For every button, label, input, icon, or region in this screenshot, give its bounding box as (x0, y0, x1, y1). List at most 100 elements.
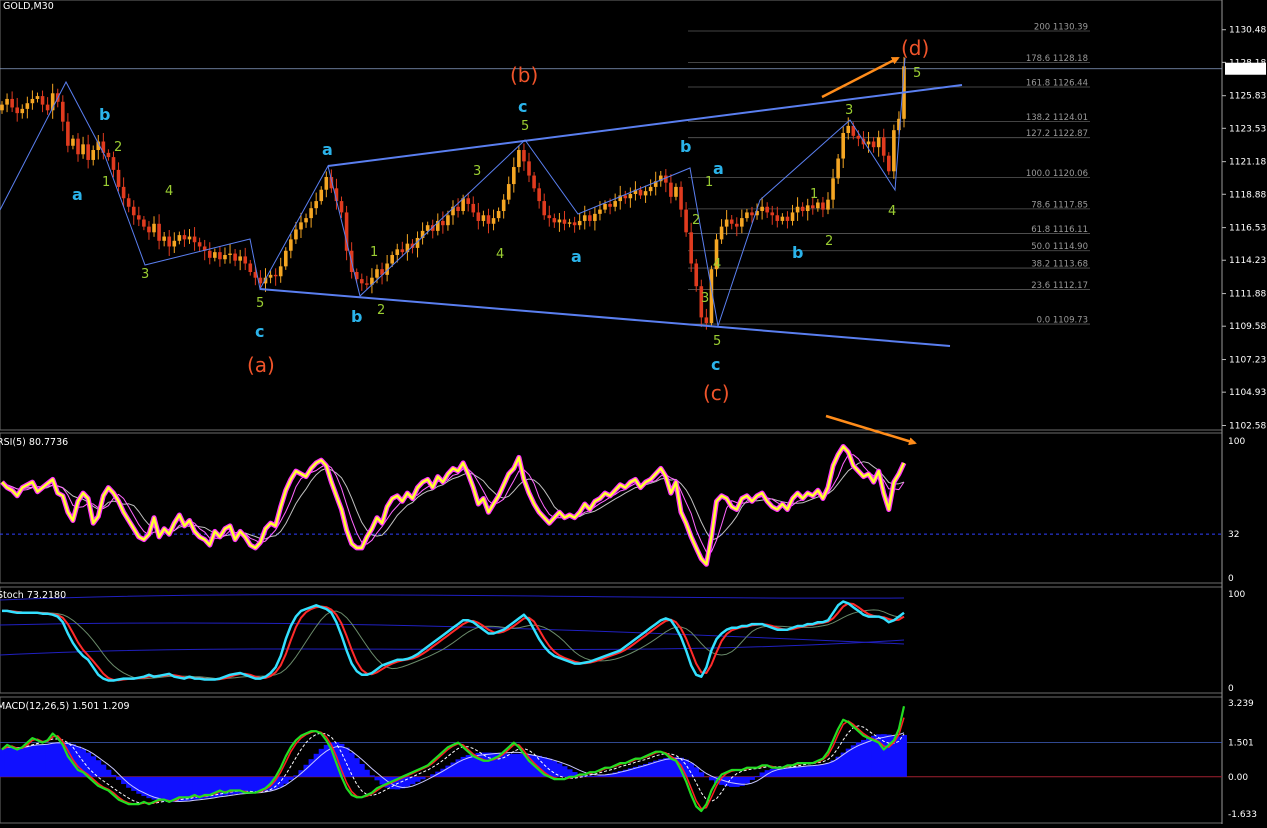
candle-body (446, 215, 450, 226)
candle-body (481, 215, 486, 221)
candle-body (25, 103, 30, 109)
macd-histogram-bar (116, 776, 122, 780)
candle-body (86, 144, 90, 160)
macd-histogram-bar (369, 775, 375, 777)
macd-histogram-bar (374, 776, 380, 781)
candle-body (866, 141, 871, 145)
macd-histogram-bar (29, 745, 36, 777)
macd-histogram-bar (815, 764, 821, 777)
candle-body (197, 242, 202, 247)
trading-chart-window[interactable]: 200 1130.39 178.6 1128.18 161.8 1126.44 138… (0, 0, 1267, 824)
candle-body (172, 240, 177, 247)
candle-body (734, 223, 739, 227)
price-tick-label: 1107.23 (1229, 356, 1266, 366)
candle-body (729, 219, 734, 224)
macd-histogram-bar (14, 747, 21, 777)
chart-canvas[interactable]: 200 1130.39178.6 1128.18161.8 1126.44138… (0, 0, 1267, 824)
lower-channel-line (259, 288, 951, 347)
candle-body (248, 263, 253, 273)
macd-histogram-bar (45, 744, 51, 777)
macd-histogram-bar (850, 745, 857, 777)
wave-number-label: 4 (888, 204, 896, 219)
wave-path (0, 57, 906, 327)
macd-histogram-bar (511, 753, 517, 777)
candle-body (116, 169, 121, 187)
panel-frames (0, 0, 1223, 824)
price-tick-label: 1130.48 (1229, 26, 1266, 36)
candle-body (841, 132, 845, 159)
panel-border (0, 0, 1223, 431)
price-tick-label: 1125.83 (1229, 92, 1266, 102)
candle-body (131, 206, 136, 216)
macd-histogram-bar (34, 744, 41, 777)
candle-body (121, 186, 126, 199)
candle-body (740, 218, 744, 227)
candle-body (147, 226, 151, 233)
price-tick-label: 1118.88 (1229, 190, 1266, 200)
candle-body (501, 199, 506, 212)
wave-number-label: 2 (692, 213, 700, 228)
macd-histogram-bar (795, 766, 801, 777)
candle-body (892, 130, 896, 172)
minor-wave-label: a (72, 185, 83, 204)
macd-line (1, 705, 906, 813)
current-price-label: 1127.73 (1228, 65, 1265, 75)
candle-body (228, 253, 232, 255)
candle-body (532, 175, 536, 189)
candle-body (456, 206, 460, 212)
macd-histogram-bar (491, 752, 497, 777)
macd-title: MACD(12,26,5) 1.501 1.209 (0, 701, 130, 712)
minor-wave-label: c (255, 322, 264, 341)
macd-histogram-bar (825, 762, 831, 777)
candle-body (476, 212, 481, 221)
panel-border (0, 432, 1223, 584)
candle-body (750, 212, 754, 216)
macd-histogram-bar (359, 763, 365, 777)
candle-body (719, 226, 724, 240)
macd-histogram-bar (698, 772, 705, 777)
candle-body (856, 135, 861, 139)
candle-body (608, 203, 612, 207)
minor-wave-label: b (792, 243, 803, 262)
candle-body (61, 101, 65, 122)
candle-body (10, 98, 14, 108)
price-tick-label: 1104.93 (1229, 388, 1266, 398)
candle-body (425, 225, 430, 231)
candle-body (800, 206, 805, 212)
fib-level-label: 50.0 1114.90 (1031, 242, 1088, 252)
candle-body (299, 222, 303, 230)
macd-histogram-bar (561, 766, 568, 777)
minor-wave-label: a (713, 159, 724, 178)
macd-histogram-bar (820, 764, 826, 777)
rsi-scale-label: 0 (1228, 574, 1234, 584)
candle-body (805, 205, 810, 212)
macd-histogram-bar (19, 747, 26, 777)
candle-body (152, 223, 156, 233)
candle-body (5, 98, 9, 105)
macd-histogram-bar (100, 764, 107, 777)
candle-body (679, 186, 683, 210)
candle-body (775, 215, 780, 221)
candle-body (613, 201, 617, 207)
rising-price-arrow (821, 56, 900, 99)
rsi-glow-line (0, 444, 907, 567)
candle-body (831, 178, 835, 200)
macd-histogram-bar (485, 752, 492, 777)
candle-body (359, 279, 364, 284)
minor-wave-label: a (571, 247, 582, 266)
candle-body (557, 219, 562, 223)
candle-body (20, 108, 25, 114)
minor-wave-label: b (99, 105, 110, 124)
panel-border (0, 696, 1223, 824)
candle-body (582, 215, 587, 221)
candle-body (643, 191, 648, 196)
macd-histogram-bar (4, 747, 11, 777)
upper-channel-line (327, 84, 963, 167)
candle-body (40, 96, 45, 105)
rsi-panel (0, 444, 1222, 567)
fib-level-label: 161.8 1126.44 (1026, 79, 1088, 89)
macd-scale-label: -1.633 (1228, 810, 1257, 820)
candle-body (339, 201, 344, 213)
wave-number-label: 4 (165, 184, 173, 199)
candle-body (207, 250, 212, 258)
